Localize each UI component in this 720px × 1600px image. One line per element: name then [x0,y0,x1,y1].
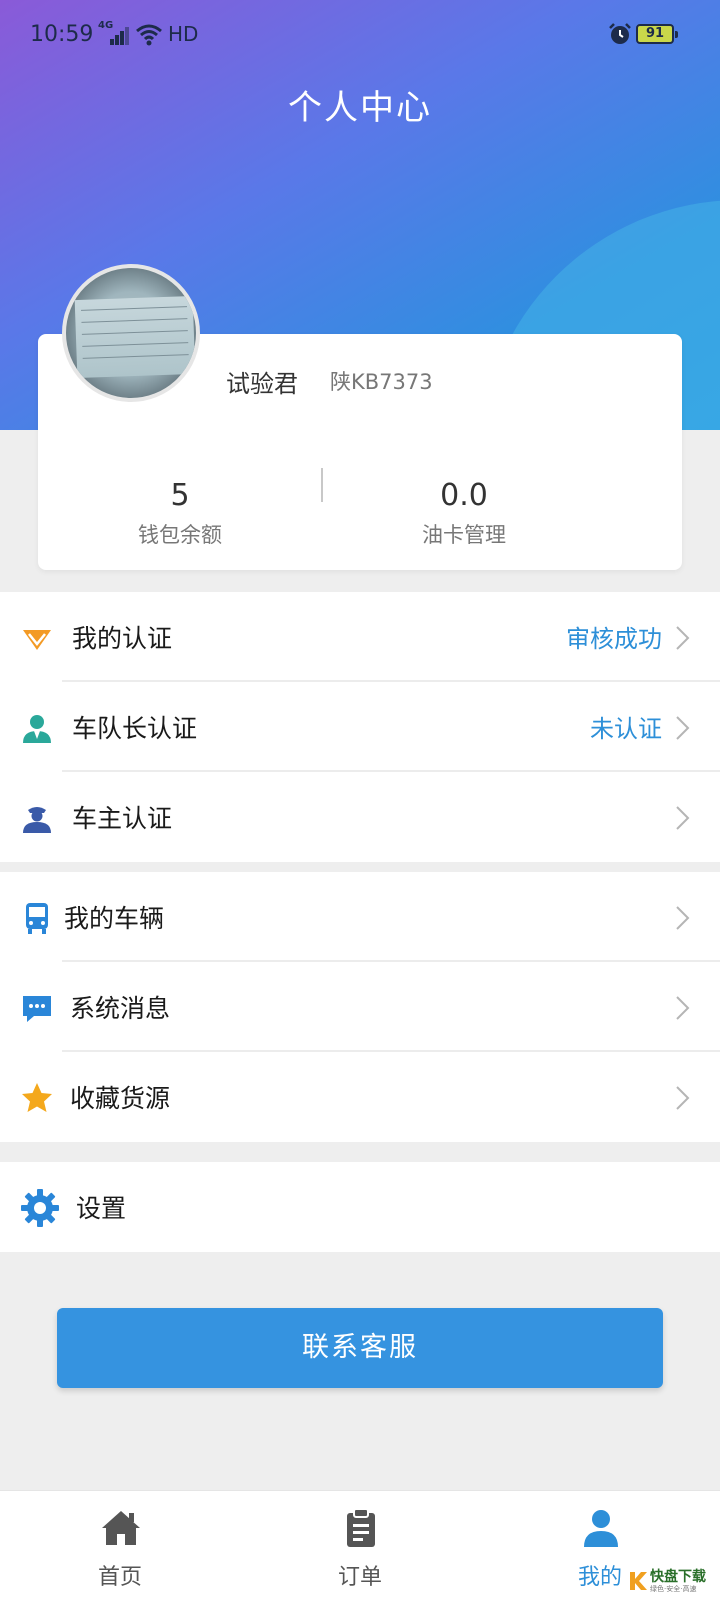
driver-icon [23,807,51,833]
tab-orders[interactable]: 订单 [240,1491,480,1600]
user-name: 试验君 [226,370,298,398]
menu-item-my-certification[interactable]: 我的认证 审核成功 [0,592,720,682]
user-icon [584,1510,618,1547]
menu-label: 车主认证 [72,804,173,833]
chevron-right-icon [676,1086,690,1110]
avatar-photo [74,295,196,379]
chevron-right-icon [676,626,690,650]
fuel-card-label: 油卡管理 [422,523,506,547]
battery-indicator: 91 [636,24,678,44]
chevron-right-icon [676,906,690,930]
wallet-balance-stat[interactable]: 5 钱包余额 [80,478,280,549]
wifi-label: HD [168,22,199,46]
chevron-right-icon [676,716,690,740]
status-time: 10:59 [30,22,94,47]
watermark-logo: 快盘下载 绿色·安全·高速 [628,1566,718,1596]
gear-icon [21,1189,59,1227]
watermark-k-icon [630,1572,647,1590]
tab-home[interactable]: 首页 [0,1491,240,1600]
fuel-card-value: 0.0 [440,478,488,513]
menu-label: 我的车辆 [64,904,165,933]
wifi-icon [136,24,162,46]
menu-label: 系统消息 [70,994,171,1023]
wallet-balance-label: 钱包余额 [138,523,222,547]
certification-group: 我的认证 审核成功 车队长认证 未认证 车主认证 [0,592,720,862]
menu-item-system-messages[interactable]: 系统消息 [0,962,720,1052]
watermark-tagline: 绿色·安全·高速 [650,1585,697,1593]
bottom-tab-bar: 首页 订单 我的 [0,1490,720,1600]
info-group: 我的车辆 系统消息 收藏货源 [0,872,720,1142]
stat-divider [321,468,323,502]
menu-label: 车队长认证 [72,714,198,743]
menu-item-settings[interactable]: 设置 [0,1162,720,1252]
menu-item-owner-certification[interactable]: 车主认证 [0,772,720,862]
star-icon [22,1083,52,1112]
diamond-badge-icon [23,630,51,650]
page-title: 个人中心 [288,88,432,128]
menu-item-my-vehicles[interactable]: 我的车辆 [0,872,720,962]
tab-label: 首页 [97,1565,142,1590]
captain-status: 未认证 [590,715,662,743]
clipboard-icon [347,1508,375,1547]
contact-support-button[interactable]: 联系客服 [57,1308,663,1388]
avatar[interactable] [62,264,200,402]
menu-item-favorite-sources[interactable]: 收藏货源 [0,1052,720,1142]
watermark-brand: 快盘下载 [650,1569,706,1585]
settings-group: 设置 [0,1162,720,1252]
fuel-card-stat[interactable]: 0.0 油卡管理 [364,478,564,549]
menu-label: 我的认证 [72,624,173,653]
message-icon [23,996,51,1022]
wallet-balance-value: 5 [170,478,190,513]
menu-item-captain-certification[interactable]: 车队长认证 未认证 [0,682,720,772]
bus-icon [26,903,48,934]
signal-icon [110,25,130,45]
menu-label: 收藏货源 [70,1084,171,1113]
home-icon [102,1511,140,1545]
chevron-right-icon [676,806,690,830]
status-bar: 10:59 4G HD 91 [0,0,720,72]
alarm-icon [609,23,631,44]
chevron-right-icon [676,996,690,1020]
certification-status: 审核成功 [566,625,662,653]
menu-label: 设置 [76,1194,127,1223]
captain-icon [23,715,51,743]
license-plate: 陕KB7373 [330,370,433,394]
tab-label: 订单 [337,1565,382,1590]
